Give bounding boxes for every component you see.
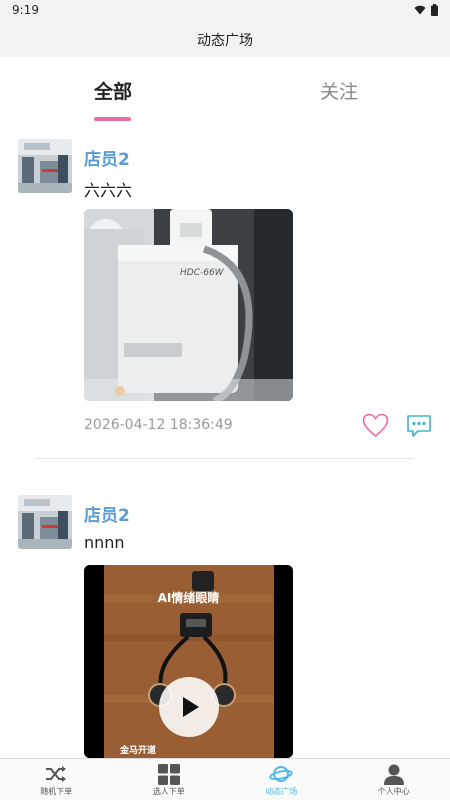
play-button[interactable]	[159, 677, 219, 737]
title-bar: 动态广场	[0, 22, 450, 57]
svg-text:HDC-66W: HDC-66W	[180, 268, 225, 278]
nav-label: 个人中心	[377, 787, 410, 796]
page-title: 动态广场	[197, 33, 253, 49]
nav-label: 动态广场	[265, 787, 298, 796]
post-item: 店员2 nnnn AI情绪眼睛 金马开道	[0, 481, 450, 758]
tab-all[interactable]: 全部	[94, 77, 132, 104]
person-icon	[383, 764, 404, 785]
post-divider	[36, 458, 414, 459]
play-icon	[183, 697, 199, 717]
comment-icon[interactable]	[406, 414, 432, 438]
video-subcaption: 金马开道	[120, 746, 157, 756]
post-item: 店员2 六六六 HDC-66W 2026-04-12 18:36:49	[0, 125, 450, 465]
post-text: nnnn	[84, 533, 125, 552]
post-image[interactable]: HDC-66W	[84, 209, 293, 401]
battery-icon	[431, 4, 438, 16]
bottom-nav: 随机下单 选人下单 动态广场 个人中心	[0, 758, 450, 800]
heart-icon[interactable]	[362, 413, 389, 438]
active-tab-indicator	[94, 117, 131, 121]
post-video[interactable]: AI情绪眼睛 金马开道	[84, 565, 293, 758]
shuffle-icon	[46, 766, 67, 782]
post-timestamp: 2026-04-12 18:36:49	[84, 417, 233, 433]
post-author[interactable]: 店员2	[84, 501, 130, 526]
nav-label: 随机下单	[40, 787, 73, 796]
post-author[interactable]: 店员2	[84, 145, 130, 170]
nav-pick-order[interactable]: 选人下单	[113, 759, 226, 800]
nav-feed[interactable]: 动态广场	[225, 759, 338, 800]
nav-label: 选人下单	[152, 787, 185, 796]
video-caption: AI情绪眼睛	[157, 591, 220, 605]
tab-following[interactable]: 关注	[320, 77, 358, 104]
nav-random-order[interactable]: 随机下单	[0, 759, 113, 800]
grid-icon	[157, 764, 180, 785]
feed-tabs: 全部 关注	[0, 57, 450, 125]
planet-icon	[269, 766, 293, 782]
status-time: 9:19	[12, 3, 39, 17]
avatar[interactable]	[18, 139, 72, 193]
wifi-icon	[414, 5, 426, 15]
status-icons	[414, 4, 438, 16]
status-bar: 9:19	[0, 0, 450, 22]
nav-profile[interactable]: 个人中心	[338, 759, 450, 800]
avatar[interactable]	[18, 495, 72, 549]
post-text: 六六六	[84, 181, 133, 200]
